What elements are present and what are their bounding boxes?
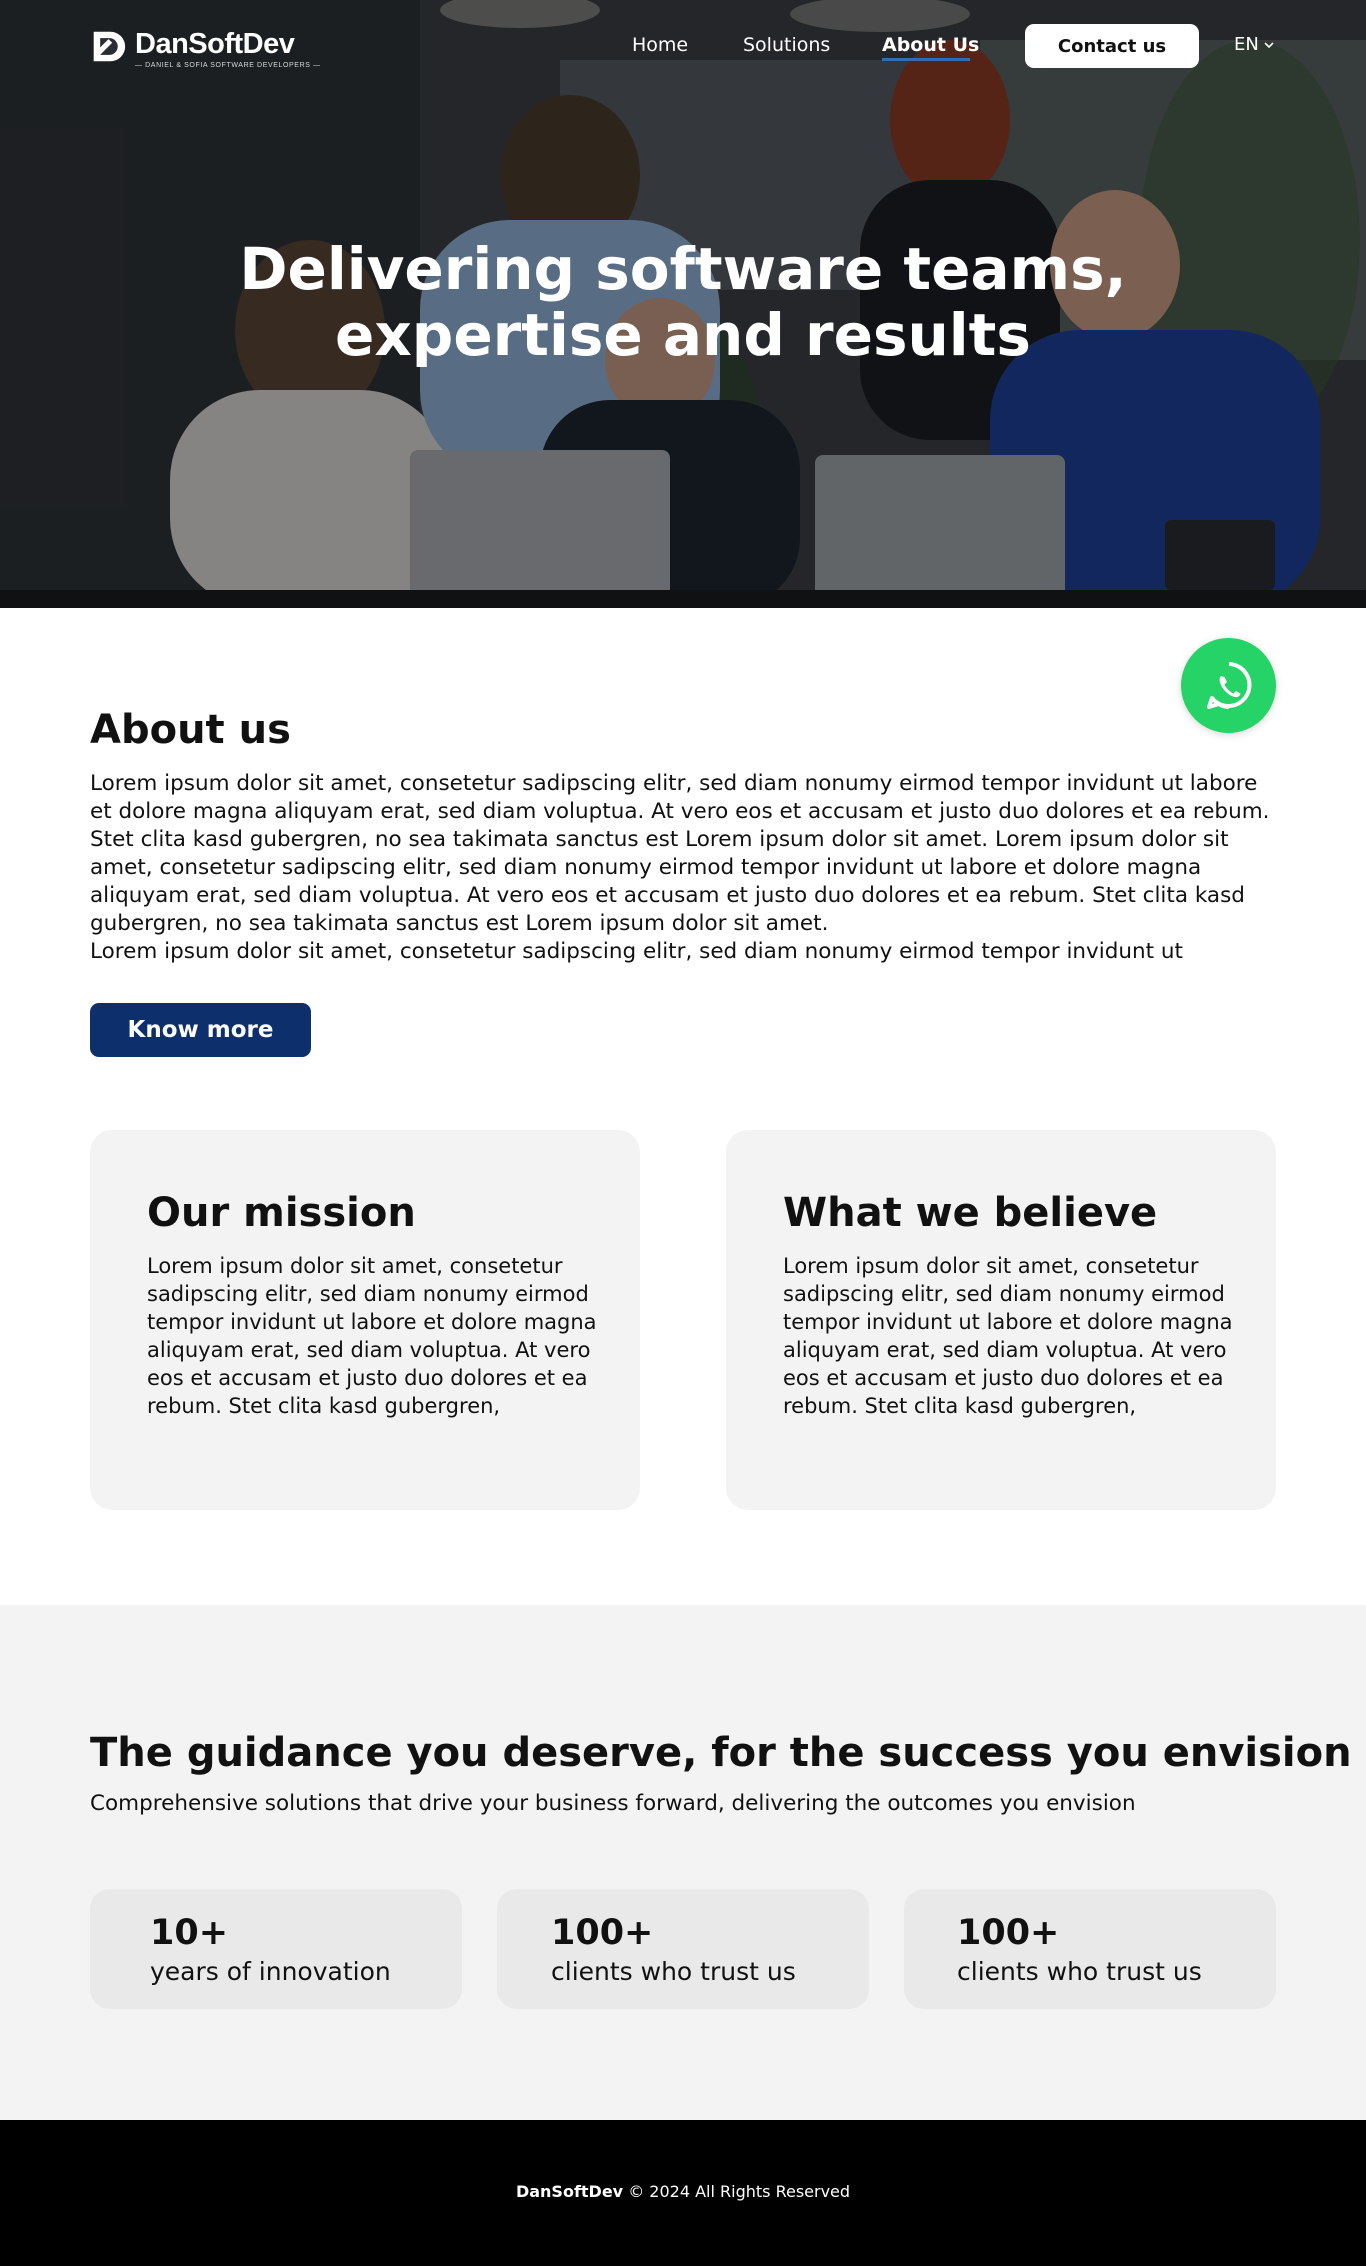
stat-card: 100+ clients who trust us — [904, 1889, 1276, 2009]
belief-card: What we believe Lorem ipsum dolor sit am… — [726, 1130, 1276, 1510]
stat-label: clients who trust us — [551, 1957, 796, 1986]
contact-us-button[interactable]: Contact us — [1025, 24, 1199, 68]
about-heading: About us — [90, 707, 291, 753]
about-paragraph-2: Lorem ipsum dolor sit amet, consetetur s… — [90, 939, 1183, 964]
stat-number: 100+ — [957, 1913, 1060, 1953]
mission-text: Lorem ipsum dolor sit amet, consetetur s… — [147, 1254, 597, 1418]
mission-title: Our mission — [147, 1190, 416, 1236]
active-nav-indicator — [882, 58, 970, 61]
stat-number: 10+ — [150, 1913, 229, 1953]
brand-logo[interactable]: DanSoftDev — Daniel & Sofia Software Dev… — [90, 28, 321, 69]
guidance-heading: The guidance you deserve, for the succes… — [90, 1730, 1352, 1776]
mission-card: Our mission Lorem ipsum dolor sit amet, … — [90, 1130, 640, 1510]
guidance-subheading: Comprehensive solutions that drive your … — [90, 1791, 1136, 1816]
know-more-button[interactable]: Know more — [90, 1003, 311, 1057]
hero-title-line1: Delivering software teams, — [239, 235, 1127, 303]
whatsapp-button[interactable] — [1181, 638, 1276, 733]
hero-banner: DanSoftDev — Daniel & Sofia Software Dev… — [0, 0, 1366, 608]
brand-tagline: — Daniel & Sofia Software Developers — — [135, 62, 321, 69]
top-navbar: DanSoftDev — Daniel & Sofia Software Dev… — [0, 0, 1366, 92]
footer-brand: DanSoftDev — [515, 2182, 624, 2201]
logo-mark-icon — [93, 31, 126, 62]
belief-title: What we believe — [783, 1190, 1158, 1236]
nav-about-us[interactable]: About Us — [882, 34, 979, 56]
chevron-down-icon — [1264, 41, 1274, 48]
stat-card: 100+ clients who trust us — [497, 1889, 869, 2009]
stat-number: 100+ — [551, 1913, 654, 1953]
hero-title: Delivering software teams, expertise and… — [0, 236, 1366, 368]
page-footer: DanSoftDev © 2024 All Rights Reserved — [0, 2120, 1366, 2266]
brand-name: DanSoftDev — [135, 28, 295, 60]
nav-solutions[interactable]: Solutions — [743, 34, 830, 56]
stat-label: clients who trust us — [957, 1957, 1202, 1986]
belief-text: Lorem ipsum dolor sit amet, consetetur s… — [783, 1254, 1233, 1418]
stat-card: 10+ years of innovation — [90, 1889, 462, 2009]
whatsapp-icon — [1206, 661, 1251, 709]
stat-label: years of innovation — [150, 1957, 391, 1986]
footer-rights: © 2024 All Rights Reserved — [628, 2182, 851, 2201]
footer-copyright: DanSoftDev © 2024 All Rights Reserved — [0, 2182, 1366, 2201]
guidance-section: The guidance you deserve, for the succes… — [0, 1605, 1366, 2120]
language-label: EN — [1234, 34, 1259, 55]
language-selector[interactable]: EN — [1234, 34, 1275, 55]
about-text: Lorem ipsum dolor sit amet, consetetur s… — [90, 770, 1280, 966]
nav-home[interactable]: Home — [632, 34, 688, 56]
about-paragraph-1: Lorem ipsum dolor sit amet, consetetur s… — [90, 771, 1270, 936]
hero-title-line2: expertise and results — [335, 301, 1031, 369]
